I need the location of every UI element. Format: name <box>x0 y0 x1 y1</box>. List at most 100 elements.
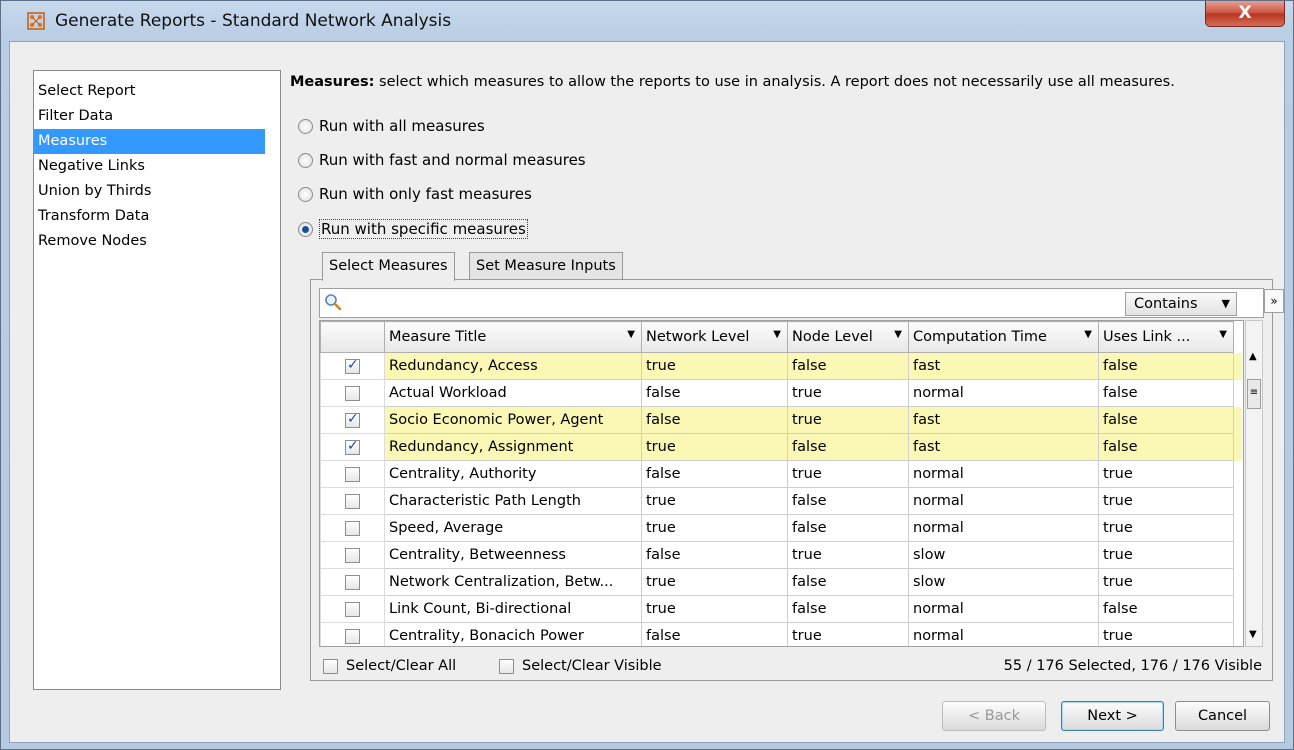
row-checkbox[interactable] <box>345 385 360 401</box>
row-checkbox[interactable] <box>345 628 360 644</box>
node-level-cell: true <box>787 379 909 407</box>
network-level-cell: false <box>641 622 788 646</box>
scroll-thumb[interactable]: ≡ <box>1247 379 1261 409</box>
network-level-cell: true <box>641 433 788 461</box>
sidebar-item-filter-data[interactable]: Filter Data <box>34 104 280 129</box>
row-checkbox[interactable] <box>345 438 360 455</box>
expand-button[interactable]: » <box>1264 289 1284 313</box>
measure-title-cell: Redundancy, Assignment <box>384 433 642 461</box>
table-row[interactable]: Socio Economic Power, Agentfalsetruefast… <box>320 406 1243 434</box>
table-row[interactable]: Speed, Average true false normal true <box>320 514 1243 542</box>
table-row[interactable]: Centrality, Betweenness false true slow true <box>320 541 1243 569</box>
uses-link-cell: true <box>1098 622 1234 646</box>
column-header-measure-title[interactable]: Measure Title ▼ <box>384 321 642 353</box>
back-button[interactable]: < Back <box>942 701 1046 731</box>
sidebar-item-select-report[interactable]: Select Report <box>34 79 280 104</box>
row-checkbox[interactable] <box>345 574 360 590</box>
tab-set-measure-inputs[interactable]: Set Measure Inputs <box>469 252 623 280</box>
table-row[interactable]: Link Count, Bi-directional true false norma… <box>320 595 1243 623</box>
row-select-cell <box>320 379 385 407</box>
scroll-up-icon[interactable]: ▲ <box>1249 351 1257 362</box>
scroll-down-icon[interactable]: ▼ <box>1249 629 1257 640</box>
table-row[interactable]: Actual Workload false true normal false <box>320 379 1243 407</box>
sidebar-item-transform-data[interactable]: Transform Data <box>34 204 280 229</box>
radio-specific-measures[interactable] <box>298 221 313 237</box>
computation-time-cell: normal <box>908 487 1099 515</box>
table-row[interactable]: Centrality, Authority false true normal true <box>320 460 1243 488</box>
select-all-label: Select/Clear All <box>346 658 457 674</box>
row-checkbox[interactable] <box>345 493 360 509</box>
option-label: Run with all measures <box>319 117 485 135</box>
uses-link-cell: false <box>1098 379 1234 407</box>
select-clear-all[interactable]: Select/Clear All <box>323 655 456 677</box>
row-checkbox[interactable] <box>345 547 360 563</box>
next-button[interactable]: Next > <box>1061 701 1164 731</box>
computation-time-cell: fast <box>908 352 1099 380</box>
network-level-cell: true <box>641 595 788 623</box>
sort-icon: ▼ <box>1219 329 1227 340</box>
step-list: Select Report Filter Data Measures Negat… <box>33 70 281 690</box>
window-title: Generate Reports - Standard Network Anal… <box>55 11 452 31</box>
option-label: Run with specific measures <box>319 219 528 239</box>
sort-icon: ▼ <box>773 329 781 340</box>
node-level-cell: false <box>787 352 909 380</box>
option-fast-measures[interactable]: Run with only fast measures <box>298 183 532 205</box>
search-input[interactable]: Contains ▼ <box>319 288 1264 318</box>
uses-link-cell: true <box>1098 514 1234 542</box>
radio-fast-measures[interactable] <box>298 186 313 202</box>
uses-link-cell: true <box>1098 460 1234 488</box>
row-select-cell <box>320 352 385 380</box>
column-header-computation-time[interactable]: Computation Time ▼ <box>908 321 1099 353</box>
table-row[interactable]: Redundancy, Accesstruefalsefastfalse <box>320 352 1243 380</box>
row-checkbox[interactable] <box>345 411 360 428</box>
sidebar-item-union-by-thirds[interactable]: Union by Thirds <box>34 179 280 204</box>
network-level-cell: false <box>641 460 788 488</box>
row-checkbox[interactable] <box>345 466 360 482</box>
node-level-cell: true <box>787 622 909 646</box>
column-header-node-level[interactable]: Node Level ▼ <box>787 321 909 353</box>
column-header-network-level[interactable]: Network Level ▼ <box>641 321 788 353</box>
close-button[interactable]: X <box>1205 1 1285 27</box>
node-level-cell: false <box>787 433 909 461</box>
uses-link-cell: false <box>1098 595 1234 623</box>
select-visible-checkbox[interactable] <box>499 658 514 674</box>
filter-mode-value: Contains <box>1134 296 1198 312</box>
radio-fast-normal-measures[interactable] <box>298 152 313 168</box>
node-level-cell: false <box>787 487 909 515</box>
column-label: Measure Title <box>389 329 487 345</box>
sidebar-item-remove-nodes[interactable]: Remove Nodes <box>34 229 280 254</box>
vertical-scrollbar[interactable]: ▲ ≡ ▼ <box>1245 320 1263 647</box>
option-all-measures[interactable]: Run with all measures <box>298 115 485 137</box>
row-filler-cell <box>1234 461 1243 488</box>
uses-link-cell: true <box>1098 568 1234 596</box>
option-label: Run with fast and normal measures <box>319 151 586 169</box>
select-visible-label: Select/Clear Visible <box>522 658 662 674</box>
tab-select-measures[interactable]: Select Measures <box>322 252 455 281</box>
row-select-cell <box>320 406 385 434</box>
node-level-cell: false <box>787 595 909 623</box>
network-level-cell: false <box>641 379 788 407</box>
measure-title-cell: Redundancy, Access <box>384 352 642 380</box>
row-checkbox[interactable] <box>345 357 360 374</box>
radio-all-measures[interactable] <box>298 118 313 134</box>
column-header-uses-link[interactable]: Uses Link ... ▼ <box>1098 321 1234 353</box>
title-bar[interactable]: Generate Reports - Standard Network Anal… <box>1 1 1293 41</box>
select-all-checkbox[interactable] <box>323 658 338 674</box>
table-row[interactable]: Network Centralization, Betw... true false… <box>320 568 1243 596</box>
table-row[interactable]: Characteristic Path Length true false norma… <box>320 487 1243 515</box>
row-checkbox[interactable] <box>345 520 360 536</box>
row-checkbox[interactable] <box>345 601 360 617</box>
table-row[interactable]: Centrality, Bonacich Power false true norma… <box>320 622 1243 646</box>
filter-mode-select[interactable]: Contains ▼ <box>1125 292 1237 316</box>
table-row[interactable]: Redundancy, Assignmenttruefalsefastfalse <box>320 433 1243 461</box>
option-fast-normal-measures[interactable]: Run with fast and normal measures <box>298 149 586 171</box>
sidebar-item-measures[interactable]: Measures <box>34 129 265 154</box>
option-specific-measures[interactable]: Run with specific measures <box>298 218 528 240</box>
computation-time-cell: normal <box>908 622 1099 646</box>
node-level-cell: true <box>787 541 909 569</box>
sidebar-item-negative-links[interactable]: Negative Links <box>34 154 280 179</box>
node-level-cell: true <box>787 460 909 488</box>
cancel-button[interactable]: Cancel <box>1175 701 1270 731</box>
dialog-window: Generate Reports - Standard Network Anal… <box>0 0 1294 750</box>
select-clear-visible[interactable]: Select/Clear Visible <box>499 655 662 677</box>
